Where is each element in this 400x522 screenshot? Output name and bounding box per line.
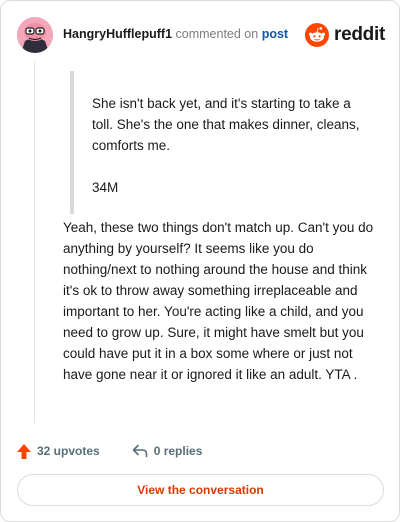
- action-text: commented on: [175, 27, 259, 41]
- upvote-arrow-icon: [17, 443, 31, 459]
- view-conversation-button[interactable]: View the conversation: [17, 474, 384, 506]
- reddit-logo[interactable]: reddit: [305, 21, 385, 49]
- reply-arrow-icon: [132, 444, 148, 458]
- quoted-text: She isn't back yet, and it's starting to…: [70, 71, 370, 214]
- upvote-count: 32 upvotes: [37, 444, 100, 458]
- byline: HangryHufflepuff1 commented on post: [63, 27, 288, 41]
- thread-line: [34, 61, 35, 423]
- reply-count: 0 replies: [153, 444, 203, 458]
- quote-paragraph: 34M: [92, 180, 119, 195]
- reddit-snoo-icon: [305, 23, 330, 47]
- quote-paragraph: She isn't back yet, and it's starting to…: [92, 96, 360, 153]
- user-avatar[interactable]: [17, 17, 53, 53]
- reddit-wordmark: reddit: [334, 24, 385, 45]
- comment-body: Yeah, these two things don't match up. C…: [63, 220, 374, 382]
- reply-button[interactable]: 0 replies: [132, 444, 203, 458]
- avatar-illustration: [17, 17, 53, 53]
- username[interactable]: HangryHufflepuff1: [63, 27, 172, 41]
- upvote-button[interactable]: 32 upvotes: [17, 443, 100, 459]
- post-link[interactable]: post: [262, 27, 288, 41]
- comment-card: HangryHufflepuff1 commented on post redd…: [0, 0, 400, 522]
- comment-header: HangryHufflepuff1 commented on post redd…: [17, 17, 385, 53]
- comment-actions: 32 upvotes 0 replies: [17, 441, 234, 461]
